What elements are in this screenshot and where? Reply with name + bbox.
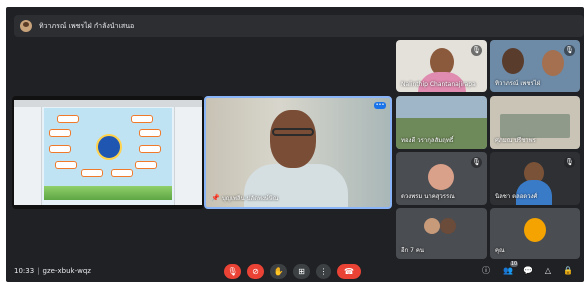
participant-tile[interactable]: 🎙 ทิวาภรณ์ เพชรไฝ่ [490, 40, 580, 92]
participant-video [502, 48, 524, 74]
mindmap-node [112, 170, 132, 176]
mindmap-node [50, 146, 70, 152]
participant-tile[interactable]: ทองดี วรากุลสัมฤทธิ์ [396, 96, 487, 149]
meeting-code: gze-xbuk-wqz [42, 267, 91, 275]
main-speaker-tile[interactable]: ••• 📌 บุญเพลิน ปลัดพงษ์ษิณ [204, 96, 392, 209]
mic-off-icon: 🎙 [227, 267, 238, 276]
participant-name: Nalinthip Chantanajirapa [401, 81, 476, 88]
speaker-head [270, 110, 316, 168]
meet-window: ทิวาภรณ์ เพชรไฝ่ กำลังนำเสนอ ••• 📌 บุญเพ… [6, 7, 584, 282]
participant-video [542, 50, 564, 76]
participant-tile[interactable]: 🎙 Nalinthip Chantanajirapa [396, 40, 487, 92]
mindmap-node [58, 116, 78, 122]
camera-toggle-button[interactable]: ⊘ [247, 264, 264, 279]
more-participants-tile[interactable]: อีก 7 คน [396, 208, 487, 259]
participant-name: บุญเพลิน ปลัดพงษ์ษิณ [222, 195, 279, 202]
chat-icon[interactable]: 💬 [522, 265, 534, 277]
shared-slide-thumbnails [14, 107, 42, 205]
participant-name: ศุภมณ ปรีชาพร [495, 137, 536, 144]
speaking-indicator-icon: ••• [374, 102, 386, 109]
end-call-icon: ☎ [344, 267, 354, 276]
meeting-info: 10:33 | gze-xbuk-wqz [14, 267, 91, 275]
raise-hand-icon: ✋ [273, 267, 284, 276]
speaker-glasses [272, 128, 314, 136]
mindmap-node [140, 146, 160, 152]
raise-hand-button[interactable]: ✋ [270, 264, 287, 279]
pin-icon[interactable]: 📌 [211, 194, 220, 202]
screen-share-tile[interactable] [12, 96, 204, 209]
participant-tile[interactable]: ศุภมณ ปรีชาพร [490, 96, 580, 149]
participant-count-badge: 10 [510, 261, 518, 267]
participant-avatar [428, 164, 454, 190]
shared-side-panel [174, 107, 202, 205]
participant-name: ดวงพรม นาคสุวรรณ [401, 193, 455, 200]
mindmap-node [140, 130, 160, 136]
camera-off-icon: ⊘ [252, 267, 259, 276]
meeting-controls-bar: 10:33 | gze-xbuk-wqz 🎙 ⊘ ✋ ⊞ ⋮ ☎ ⓘ 👥 10 💬 … [6, 261, 584, 282]
host-controls-icon[interactable]: 🔒 [562, 265, 574, 277]
participant-tile[interactable]: 🎙 นิลชา ตลอดวงศ์ [490, 152, 580, 205]
meeting-time: 10:33 [14, 267, 35, 275]
participant-name: คุณ [495, 247, 505, 254]
meeting-details-icon[interactable]: ⓘ [480, 265, 492, 277]
slide-decoration [44, 186, 172, 200]
activities-icon[interactable]: △ [542, 265, 554, 277]
participant-name: นิลชา ตลอดวงศ์ [495, 193, 538, 200]
participant-name: ทองดี วรากุลสัมฤทธิ์ [401, 137, 454, 144]
shared-slide [44, 108, 172, 200]
self-tile[interactable]: คุณ [490, 208, 580, 259]
presenter-banner: ทิวาภรณ์ เพชรไฝ่ กำลังนำเสนอ [14, 15, 584, 37]
mindmap-node [56, 162, 76, 168]
participant-tile[interactable]: 🎙 ดวงพรม นาคสุวรรณ [396, 152, 487, 205]
participant-name: ทิวาภรณ์ เพชรไฝ่ [495, 80, 541, 87]
participant-avatar [440, 218, 456, 234]
shared-app-toolbar [14, 100, 202, 107]
mic-off-icon: 🎙 [564, 157, 575, 168]
mindmap-node [82, 170, 102, 176]
present-icon: ⊞ [298, 267, 305, 276]
participant-avatar [424, 218, 440, 234]
mic-toggle-button[interactable]: 🎙 [224, 264, 241, 279]
present-button[interactable]: ⊞ [293, 264, 310, 279]
mindmap-node [50, 130, 70, 136]
mindmap-node [132, 116, 152, 122]
presenter-avatar [20, 20, 32, 32]
separator: | [37, 267, 40, 275]
mic-off-icon: 🎙 [471, 45, 482, 56]
presenter-label: ทิวาภรณ์ เพชรไฝ่ กำลังนำเสนอ [39, 21, 135, 30]
mindmap-center [96, 134, 122, 160]
mic-off-icon: 🎙 [564, 45, 575, 56]
participant-name: อีก 7 คน [401, 247, 424, 254]
more-options-button[interactable]: ⋮ [316, 264, 331, 279]
mic-off-icon: 🎙 [471, 157, 482, 168]
shared-screen [14, 100, 202, 205]
self-avatar [524, 218, 546, 242]
leave-call-button[interactable]: ☎ [337, 264, 361, 279]
mindmap-node [136, 162, 156, 168]
more-options-icon: ⋮ [319, 267, 328, 276]
